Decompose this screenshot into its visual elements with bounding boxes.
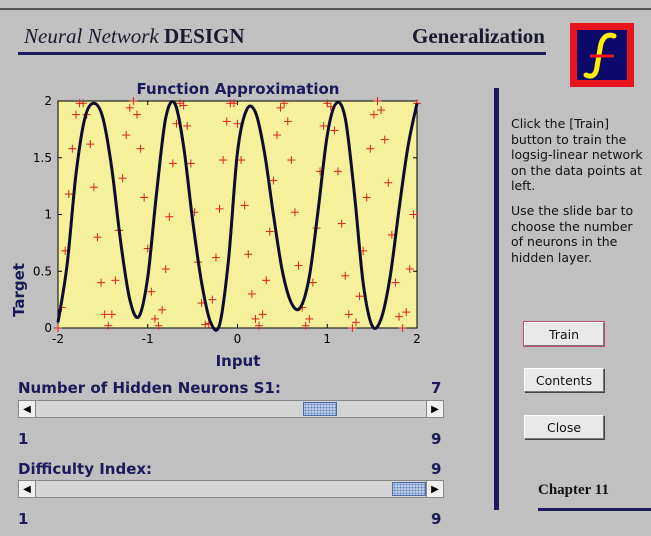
neurons-min: 1 [18,430,29,448]
train-button[interactable]: Train [523,321,605,347]
function-f-icon [570,23,634,87]
difficulty-slider-left-arrow[interactable]: ◀ [19,481,36,497]
contents-button[interactable]: Contents [524,368,604,392]
chart-title: Function Approximation [137,80,340,98]
header-rule [18,52,546,55]
y-tick-label: 1 [44,208,52,222]
vertical-divider [494,88,499,510]
x-tick-label: -2 [52,332,64,346]
brand-title: Neural Network DESIGN [24,24,245,49]
neurons-slider-thumb[interactable] [303,402,337,416]
instruction-train: Click the [Train] button to train the lo… [511,116,643,193]
function-approximation-chart: Function Approximation -2 -1 0 1 200.511.52 … [10,80,421,370]
difficulty-label: Difficulty Index: [18,460,153,478]
difficulty-max: 9 [431,510,442,528]
y-tick-label: 1.5 [33,151,52,165]
close-button[interactable]: Close [524,415,604,439]
y-axis-label: Target [10,263,28,317]
x-tick-label: -1 [142,332,154,346]
y-tick-label: 0 [44,321,52,335]
plot-area [57,100,418,329]
page-title: Generalization [412,24,545,48]
x-tick-label: 2 [413,332,421,346]
x-axis-label: Input [216,352,261,370]
neurons-slider-right-arrow[interactable]: ▶ [426,401,443,417]
difficulty-value: 9 [431,460,442,478]
neurons-slider-left-arrow[interactable]: ◀ [19,401,36,417]
difficulty-slider-right-arrow[interactable]: ▶ [426,481,443,497]
top-border [0,8,651,10]
difficulty-min: 1 [18,510,29,528]
x-tick-label: 0 [234,332,242,346]
difficulty-slider[interactable]: ◀ ▶ [18,480,444,498]
neurons-slider[interactable]: ◀ ▶ [18,400,444,418]
x-tick-label: 1 [323,332,331,346]
chapter-rule [538,508,651,511]
brand-italic: Neural Network [24,24,159,48]
brand-bold: DESIGN [164,24,245,48]
instruction-slider: Use the slide bar to choose the number o… [511,203,634,265]
neurons-label: Number of Hidden Neurons S1: [18,379,281,397]
y-tick-label: 0.5 [33,264,52,278]
neurons-max: 9 [431,430,442,448]
chapter-label: Chapter 11 [538,482,609,498]
neurons-value: 7 [431,379,442,397]
y-tick-label: 2 [44,94,52,108]
difficulty-slider-thumb[interactable] [392,482,426,496]
